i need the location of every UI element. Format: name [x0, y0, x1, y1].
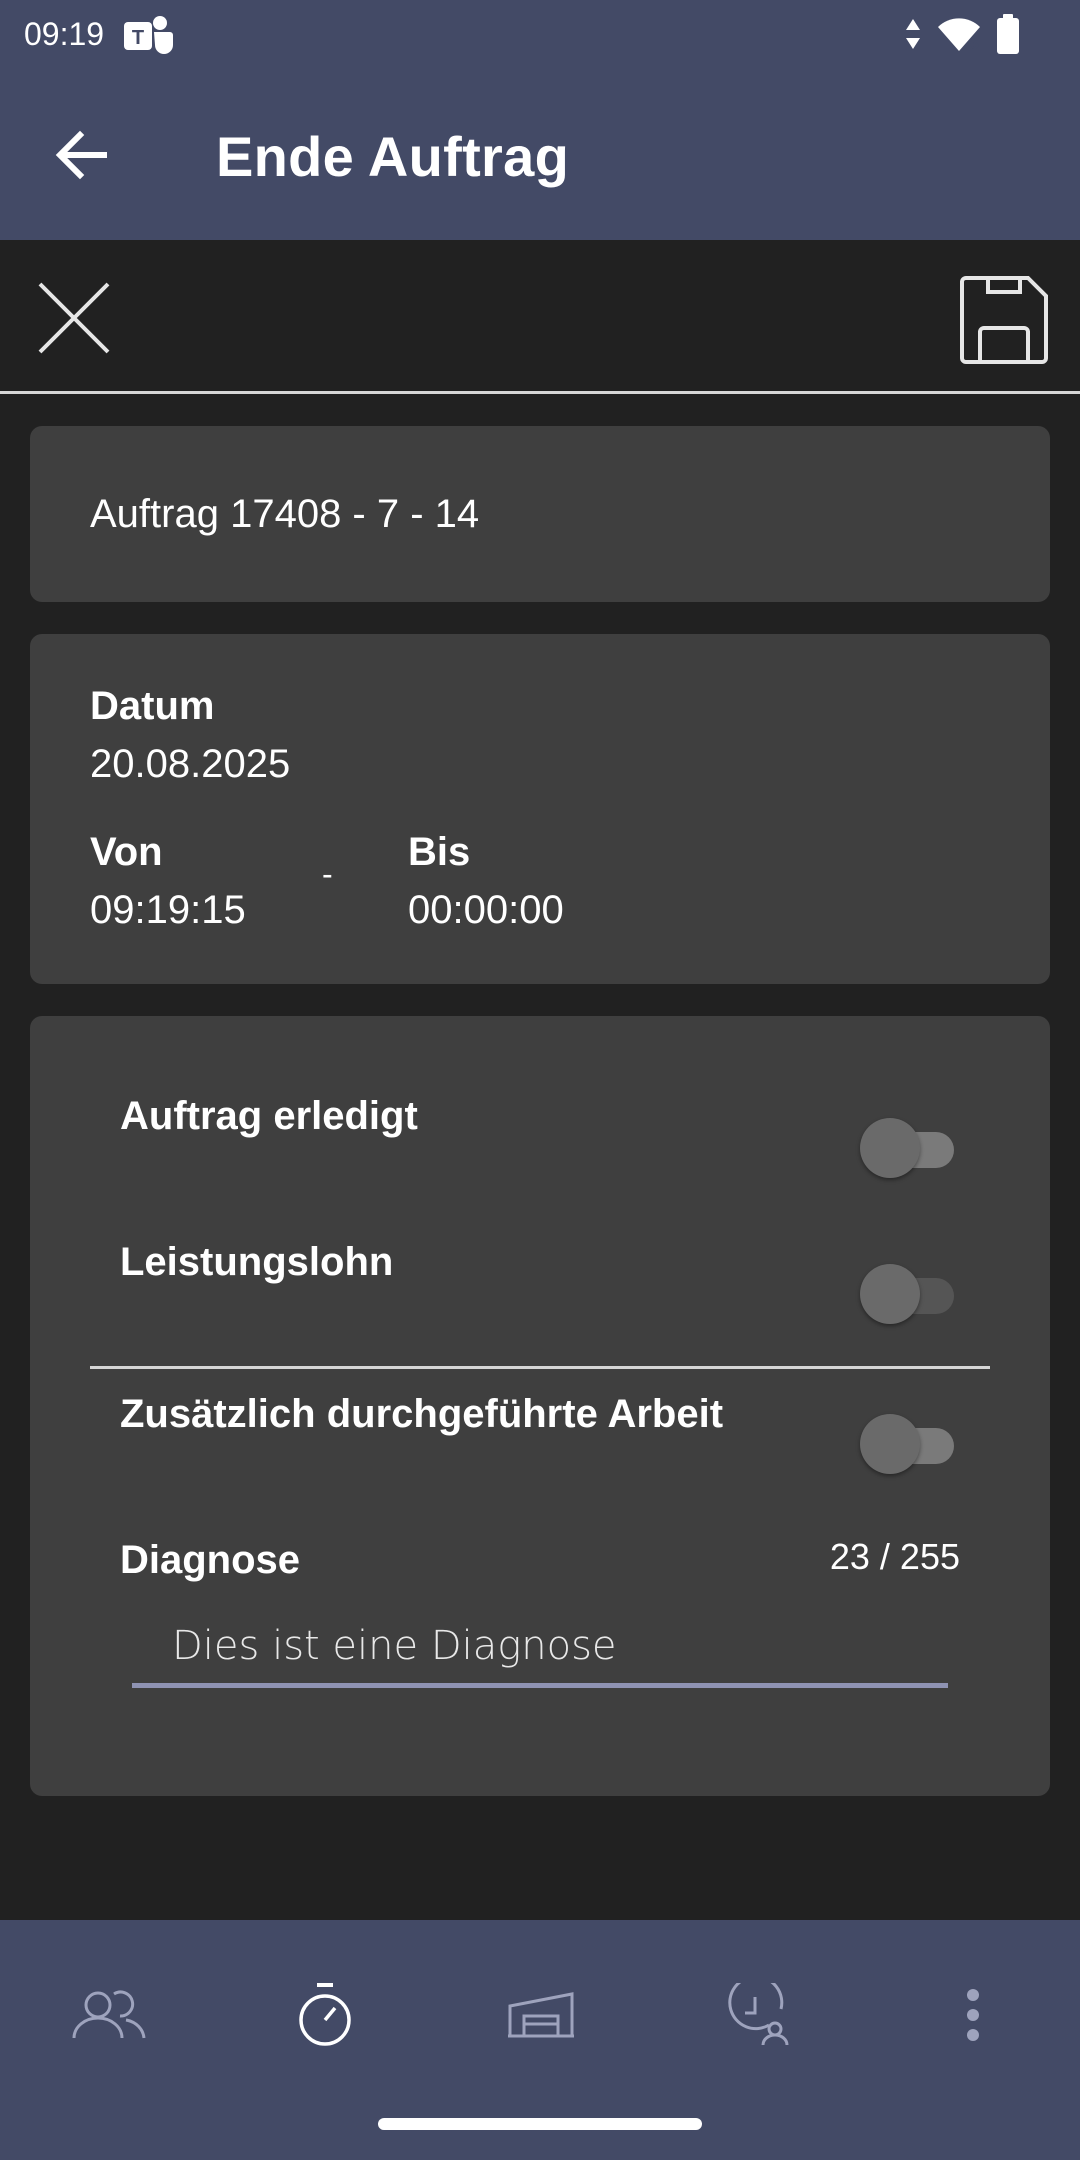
from-value: 09:19:15 — [90, 888, 246, 932]
time-card: Datum 20.08.2025 Von 09:19:15 - Bis 00:0… — [30, 634, 1050, 984]
action-toolbar — [0, 240, 1080, 394]
order-number: Auftrag 17408 - 7 - 14 — [90, 492, 480, 536]
order-card: Auftrag 17408 - 7 - 14 — [30, 426, 1050, 602]
app-bar: Ende Auftrag — [0, 72, 1080, 240]
diagnosis-input[interactable] — [132, 1608, 948, 1688]
home-indicator[interactable] — [378, 2118, 702, 2130]
order-done-label: Auftrag erledigt — [120, 1094, 418, 1138]
teams-icon: T — [124, 16, 173, 54]
battery-icon — [997, 14, 1019, 54]
to-value: 00:00:00 — [408, 888, 564, 932]
from-label: Von — [90, 830, 163, 874]
wifi-icon: 6 — [938, 18, 980, 53]
nav-garage[interactable] — [496, 1970, 586, 2060]
additional-work-label: Zusätzlich durchgeführte Arbeit — [120, 1392, 724, 1436]
people-icon — [72, 1990, 146, 2039]
section-divider — [90, 1366, 990, 1369]
date-label: Datum — [90, 684, 215, 728]
close-icon[interactable] — [34, 278, 114, 358]
performance-pay-switch[interactable] — [860, 1264, 960, 1324]
wifi-badge: 6 — [970, 36, 979, 53]
nav-time-tracking[interactable] — [712, 1970, 802, 2060]
status-bar: 09:19 T 6 — [0, 0, 1080, 72]
diagnosis-char-counter: 23 / 255 — [829, 1536, 960, 1577]
svg-text:T: T — [132, 27, 144, 49]
to-label: Bis — [408, 830, 471, 874]
back-arrow-icon[interactable] — [50, 122, 116, 188]
date-value: 20.08.2025 — [90, 742, 291, 786]
nav-more[interactable] — [928, 1970, 1018, 2060]
nav-people[interactable] — [64, 1970, 154, 2060]
order-done-switch[interactable] — [860, 1118, 960, 1178]
status-time: 09:19 — [24, 16, 105, 52]
garage-icon — [508, 1992, 574, 2038]
more-vertical-icon — [967, 1989, 979, 2041]
data-arrows-icon — [906, 19, 920, 49]
save-floppy-icon[interactable] — [958, 274, 1050, 366]
time-separator: - — [322, 856, 333, 892]
performance-pay-label: Leistungslohn — [120, 1240, 394, 1284]
nav-stopwatch[interactable] — [280, 1970, 370, 2060]
page-title: Ende Auftrag — [216, 125, 570, 188]
diagnosis-label: Diagnose — [120, 1538, 301, 1582]
additional-work-switch[interactable] — [860, 1414, 960, 1474]
clock-user-icon — [728, 1983, 789, 2046]
options-card: Auftrag erledigt Leistungslohn Zusätzlic… — [30, 1016, 1050, 1796]
stopwatch-icon — [299, 1983, 351, 2046]
